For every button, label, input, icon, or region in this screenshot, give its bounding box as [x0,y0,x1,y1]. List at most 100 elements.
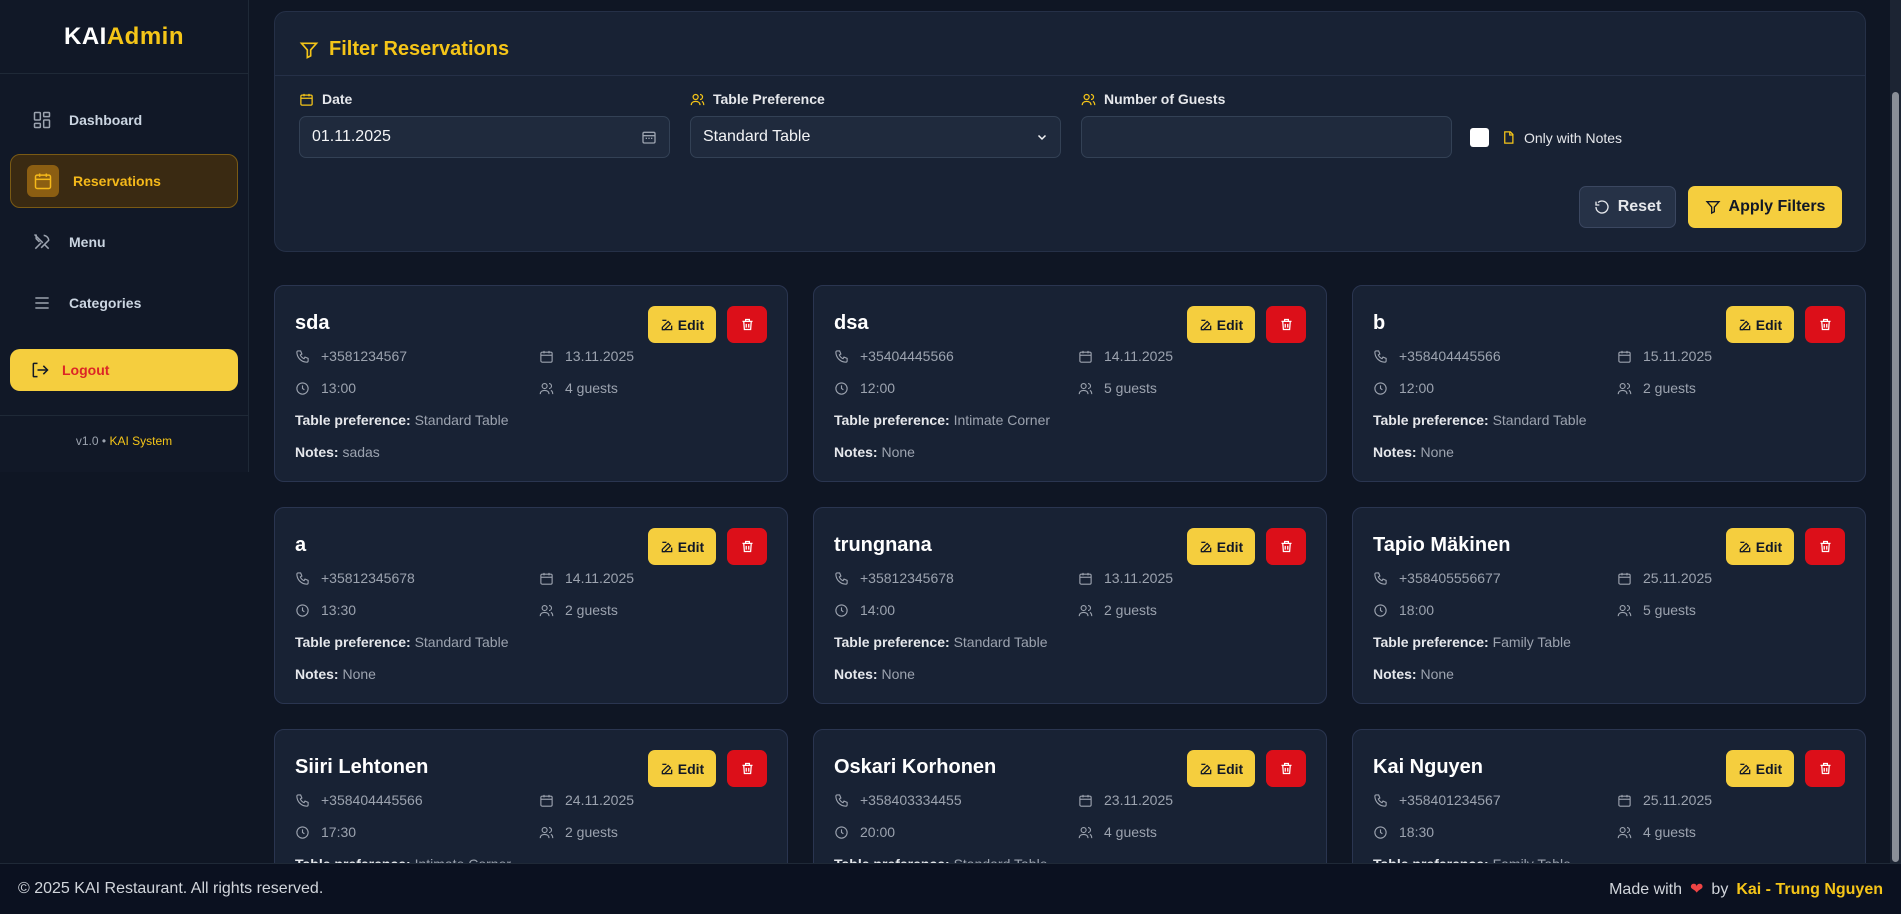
trash-icon [740,539,755,554]
sidebar-item-reservations[interactable]: Reservations [10,154,238,208]
phone-text: +358404445566 [321,792,423,808]
date-input[interactable]: 01.11.2025 [299,116,670,158]
edit-icon [1199,318,1217,332]
clock-icon [1373,381,1399,396]
phone-info: +3581234567 [295,348,407,364]
edit-button[interactable]: Edit [1187,528,1255,565]
calendar-icon [1078,793,1104,808]
guest-name: b [1373,312,1386,334]
logout-label: Logout [62,362,110,378]
date-info: 13.11.2025 [539,348,634,364]
delete-button[interactable] [727,750,767,787]
guests-info: 2 guests [1617,380,1696,396]
reservation-card: Tapio Mäkinen Edit +358405556677 25.11.2025… [1352,507,1866,704]
delete-button[interactable] [1805,306,1845,343]
guests-text: 4 guests [1643,824,1696,840]
delete-button[interactable] [1266,306,1306,343]
reservation-card: a Edit +35812345678 14.11.2025 13:30 2 guests… [274,507,788,704]
clock-icon [834,825,860,840]
calendar-icon [1617,571,1643,586]
guests-text: 5 guests [1104,380,1157,396]
delete-button[interactable] [727,306,767,343]
notes-value: None [881,444,915,460]
guests-info: 4 guests [539,380,618,396]
users-icon [539,381,565,396]
edit-button[interactable]: Edit [1187,306,1255,343]
made-with-text: Made with [1609,881,1683,898]
delete-button[interactable] [1266,750,1306,787]
users-icon [1078,603,1104,618]
only-notes-label: Only with Notes [1524,129,1623,146]
delete-button[interactable] [1266,528,1306,565]
guests-info: 2 guests [539,602,618,618]
page-scrollbar[interactable] [1890,0,1901,863]
guests-info: 4 guests [1078,824,1157,840]
sidebar-item-dashboard[interactable]: Dashboard [10,93,238,147]
phone-text: +35812345678 [321,570,415,586]
guest-name: a [295,534,307,556]
table-preference-label: Table Preference [690,90,1061,108]
guests-info: 4 guests [1617,824,1696,840]
guest-name: trungnana [834,534,932,556]
only-notes-checkbox[interactable] [1470,128,1489,147]
reservation-card: sda Edit +3581234567 13.11.2025 13:00 4 guest… [274,285,788,482]
edit-label: Edit [677,316,705,333]
credits: Made with ❤ by Kai - Trung Nguyen [1609,879,1883,899]
date-text: 14.11.2025 [1104,348,1174,364]
table-preference-select[interactable]: Standard Table [690,116,1061,158]
guests-text: 4 guests [1104,824,1157,840]
edit-button[interactable]: Edit [648,750,716,787]
table-preference-value: Family Table [1492,634,1571,650]
delete-button[interactable] [1805,750,1845,787]
brand-logo[interactable]: KAI Admin [0,0,248,74]
notes: Notes: None [834,444,915,460]
notes-label: Notes: [834,444,878,460]
reset-button[interactable]: Reset [1579,186,1676,228]
sidebar-item-menu[interactable]: Menu [10,215,238,269]
guests-field: Number of Guests [1081,90,1452,158]
edit-button[interactable]: Edit [648,528,716,565]
author-name[interactable]: Kai - Trung Nguyen [1736,881,1883,898]
date-value: 01.11.2025 [312,128,391,145]
trash-icon [1818,317,1833,332]
sidebar-item-categories[interactable]: Categories [10,276,238,330]
notes-value: sadas [342,444,380,460]
phone-text: +358403334455 [860,792,962,808]
apply-filters-button[interactable]: Apply Filters [1688,186,1842,228]
guests-label-text: Number of Guests [1104,91,1226,107]
guests-input[interactable] [1081,116,1452,158]
time-info: 12:00 [834,380,895,396]
only-notes-checkbox-row[interactable]: Only with Notes [1470,128,1622,147]
clock-icon [1373,825,1399,840]
date-label: Date [299,90,670,108]
edit-button[interactable]: Edit [1726,528,1794,565]
guest-name: sda [295,312,330,334]
delete-button[interactable] [1805,528,1845,565]
date-text: 13.11.2025 [1104,570,1174,586]
table-preference-value: Standard Table [1492,412,1587,428]
reservation-card: dsa Edit +35404445566 14.11.2025 12:00 5 gues… [813,285,1327,482]
clock-icon [295,381,321,396]
notes-label: Notes: [1373,666,1417,682]
trash-icon [1279,539,1294,554]
calendar-icon [539,349,565,364]
date-text: 15.11.2025 [1643,348,1713,364]
edit-button[interactable]: Edit [1726,306,1794,343]
delete-button[interactable] [727,528,767,565]
date-picker-icon[interactable] [641,129,657,145]
trash-icon [1818,539,1833,554]
table-preference-label: Table preference: [1373,412,1489,428]
table-preference-value: Standard Table [953,634,1048,650]
clock-icon [834,381,860,396]
edit-button[interactable]: Edit [1726,750,1794,787]
date-info: 14.11.2025 [539,570,634,586]
filter-icon [299,42,319,59]
users-icon [539,603,565,618]
logout-button[interactable]: Logout [10,349,238,391]
edit-button[interactable]: Edit [648,306,716,343]
edit-label: Edit [677,538,705,555]
scrollbar-thumb[interactable] [1892,92,1899,862]
edit-button[interactable]: Edit [1187,750,1255,787]
notes-value: None [1420,444,1454,460]
time-text: 12:00 [860,380,896,396]
